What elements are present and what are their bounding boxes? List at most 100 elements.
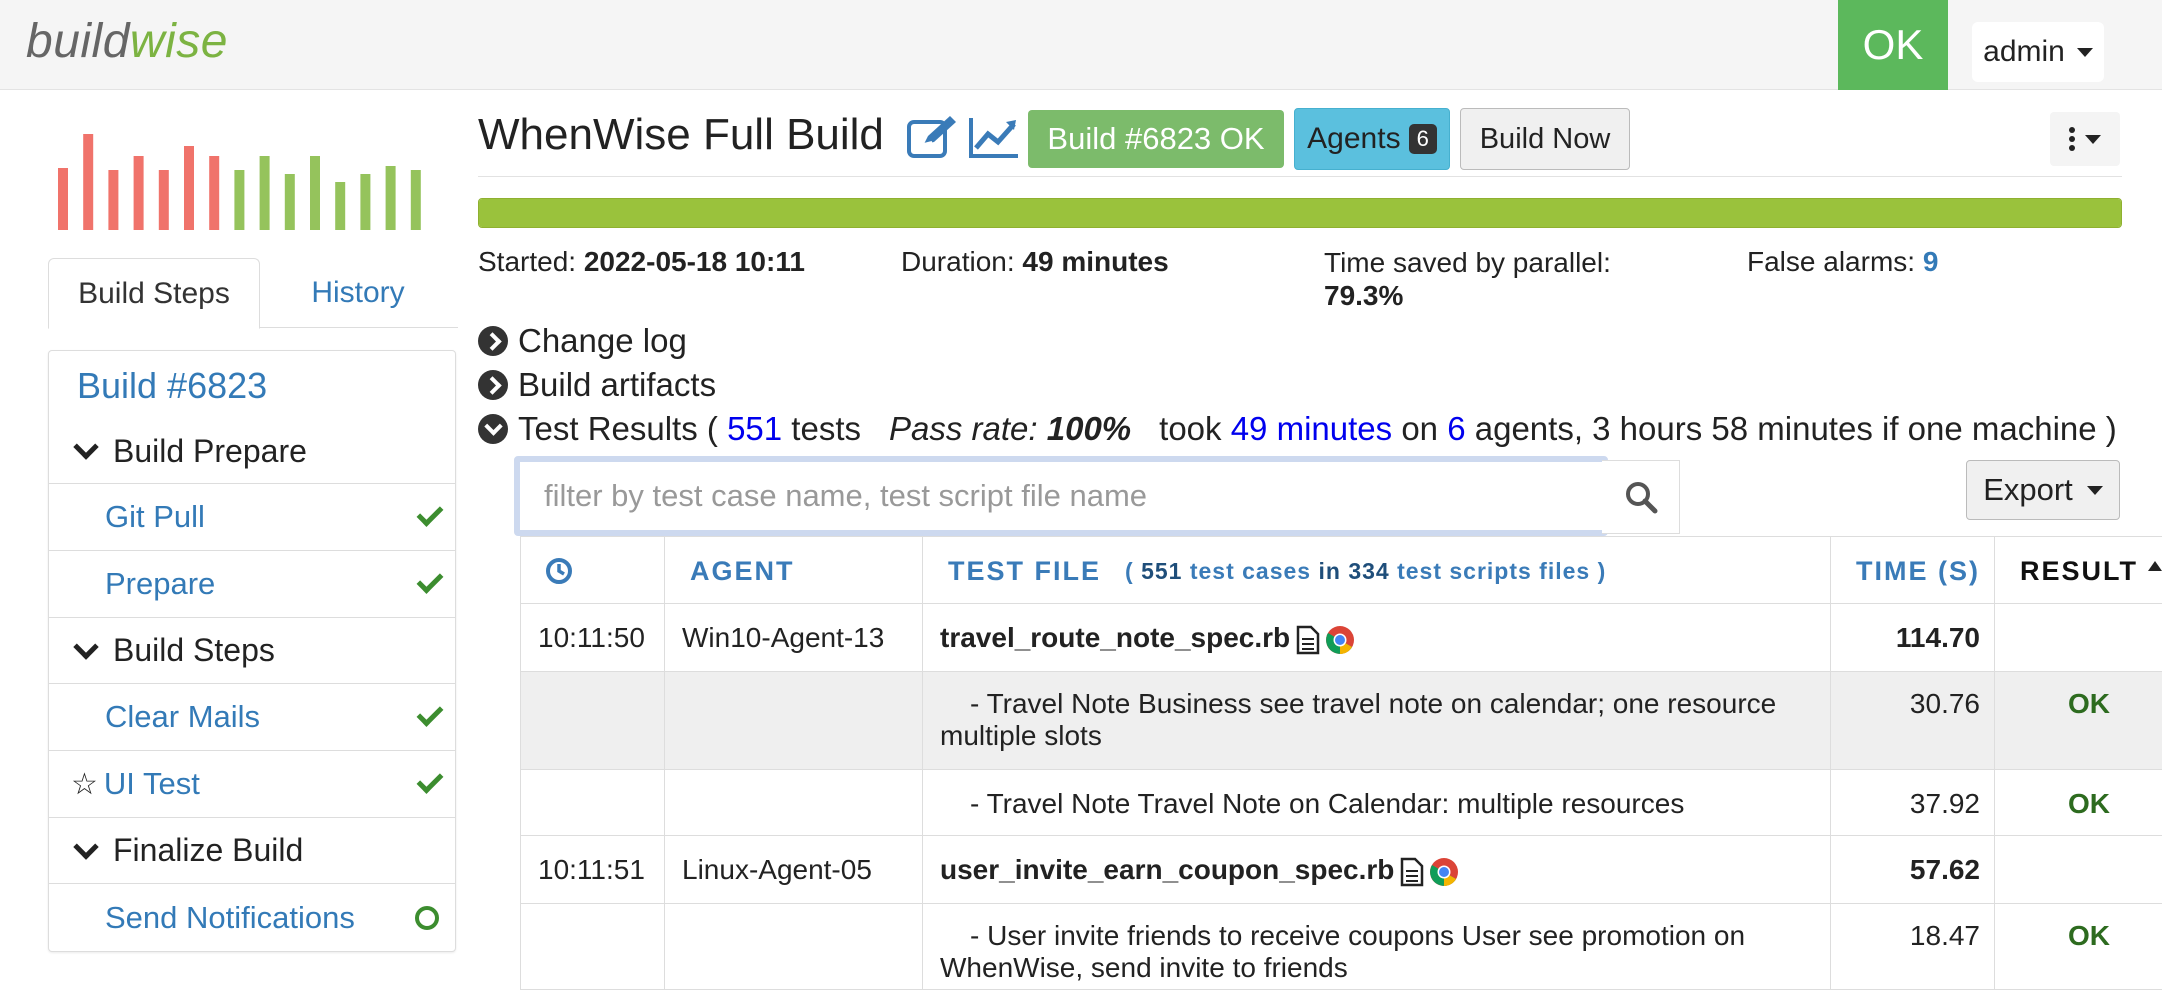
took-duration-link[interactable]: 49 minutes	[1231, 410, 1392, 448]
test-file-row[interactable]: 10:11:51 Linux-Agent-05 user_invite_earn_c…	[520, 836, 2162, 904]
sparkline-bar[interactable]	[234, 170, 245, 230]
tests-count-link[interactable]: 551	[727, 410, 782, 448]
tests-word: tests	[791, 410, 861, 447]
export-button[interactable]: Export	[1966, 460, 2120, 520]
step-label: Git Pull	[105, 499, 205, 534]
group-finalize-build[interactable]: Finalize Build	[49, 817, 455, 883]
sparkline-bar[interactable]	[158, 170, 169, 230]
sparkline-bar[interactable]	[385, 166, 396, 230]
test-case-row[interactable]: - Travel Note Travel Note on Calendar: m…	[520, 770, 2162, 836]
false-alarms-link[interactable]: 9	[1923, 246, 1939, 277]
sparkline-bar[interactable]	[335, 182, 346, 230]
test-file-name[interactable]: travel_route_note_spec.rb	[940, 622, 1290, 653]
sparkline-bar[interactable]	[360, 174, 371, 230]
sparkline-bar[interactable]	[83, 134, 94, 230]
sparkline-bar[interactable]	[133, 156, 144, 230]
on-word: on	[1401, 410, 1439, 447]
test-file-cell[interactable]: user_invite_earn_coupon_spec.rb	[940, 854, 1460, 888]
col-divider	[520, 536, 521, 990]
test-file-row[interactable]: 10:11:50 Win10-Agent-13 travel_route_note_…	[520, 604, 2162, 672]
sparkline-bar[interactable]	[410, 170, 421, 230]
more-options-button[interactable]	[2050, 112, 2120, 166]
group-label: Build Prepare	[113, 432, 307, 469]
file-text-icon[interactable]	[1296, 625, 1320, 655]
chrome-browser-icon	[1326, 625, 1355, 654]
group-build-prepare[interactable]: Build Prepare	[49, 419, 455, 483]
agents-count-badge: 6	[1408, 124, 1437, 154]
summary-close-paren: )	[1597, 557, 1607, 584]
summary-open-paren: (	[1125, 557, 1134, 584]
sparkline-bar[interactable]	[108, 170, 119, 230]
sparkline-bar[interactable]	[259, 156, 270, 230]
test-case-row[interactable]: - User invite friends to receive coupons…	[520, 904, 2162, 990]
duration-label: Duration:	[901, 246, 1015, 277]
tab-history[interactable]: History	[278, 258, 438, 328]
test-file-header[interactable]: TEST FILE ( 551 test cases in 334 test s…	[948, 537, 1606, 605]
start-time-cell: 10:11:51	[538, 854, 645, 885]
in-word: in	[1318, 557, 1341, 584]
filter-input[interactable]	[520, 462, 1602, 530]
chevron-down-icon	[73, 434, 99, 460]
test-results-prefix: Test Results (	[518, 410, 718, 447]
progress-fill	[479, 199, 2121, 227]
started-stat: Started: 2022-05-18 10:11	[478, 246, 805, 278]
sort-by-time-header[interactable]	[544, 537, 574, 605]
build-artifacts-toggle[interactable]: Build artifacts	[478, 366, 716, 404]
time-header[interactable]: TIME (S)	[1856, 537, 1980, 605]
build-result-badge[interactable]: Build #6823 OK	[1028, 110, 1284, 168]
tab-build-steps[interactable]: Build Steps	[48, 258, 260, 329]
brand-part1: build	[26, 15, 130, 68]
step-send-notifications[interactable]: Send Notifications	[49, 883, 455, 951]
time-saved-label: Time saved by parallel:	[1324, 247, 1611, 278]
pass-rate-label: Pass rate:	[889, 410, 1038, 447]
step-git-pull[interactable]: Git Pull	[49, 483, 455, 550]
test-case-name-cell: - Travel Note Travel Note on Calendar: m…	[970, 788, 1685, 819]
change-log-toggle[interactable]: Change log	[478, 322, 687, 360]
step-prepare[interactable]: Prepare	[49, 550, 455, 617]
filter-field-wrapper	[514, 456, 1608, 536]
table-header: AGENT TEST FILE ( 551 test cases in 334 …	[520, 536, 2162, 604]
start-time-cell: 10:11:50	[538, 622, 645, 653]
check-icon	[416, 566, 444, 594]
build-progress-bar	[478, 198, 2122, 228]
build-history-sparkline[interactable]	[58, 130, 430, 230]
sparkline-bar[interactable]	[58, 168, 68, 230]
chevron-down-icon	[73, 833, 99, 860]
agents-count-link[interactable]: 6	[1447, 410, 1465, 448]
user-menu-button[interactable]: admin	[1972, 22, 2104, 82]
test-file-cell[interactable]: travel_route_note_spec.rb	[940, 622, 1356, 656]
search-button[interactable]	[1602, 460, 1680, 534]
build-now-button[interactable]: Build Now	[1460, 108, 1630, 170]
user-name: admin	[1983, 35, 2065, 68]
sparkline-bar[interactable]	[184, 146, 194, 230]
build-status-badge[interactable]: OK	[1838, 0, 1948, 90]
sparkline-bar[interactable]	[284, 174, 295, 230]
step-clear-mails[interactable]: Clear Mails	[49, 683, 455, 750]
sparkline-bar[interactable]	[209, 156, 220, 230]
duration-cell: 114.70	[1895, 622, 1980, 653]
brand-logo[interactable]: buildwise	[26, 14, 228, 69]
file-text-icon[interactable]	[1400, 857, 1424, 887]
group-build-steps[interactable]: Build Steps	[49, 617, 455, 683]
result-header[interactable]: RESULT	[2020, 537, 2162, 605]
agents-button[interactable]: Agents 6	[1294, 108, 1450, 170]
export-label: Export	[1983, 472, 2073, 507]
edit-icon[interactable]	[906, 114, 960, 160]
sparkline-bar[interactable]	[310, 156, 320, 230]
test-case-row[interactable]: - Travel Note Business see travel note o…	[520, 672, 2162, 770]
trend-chart-icon[interactable]	[968, 114, 1020, 160]
build-number-link[interactable]: Build #6823	[77, 365, 267, 407]
test-file-name[interactable]: user_invite_earn_coupon_spec.rb	[940, 854, 1394, 885]
star-outline-icon[interactable]: ☆	[71, 767, 98, 802]
scripts-count: 334	[1348, 557, 1390, 584]
agent-header[interactable]: AGENT	[690, 537, 795, 605]
step-ui-test[interactable]: ☆ UI Test	[49, 750, 455, 817]
build-steps-panel: Build #6823 Build Prepare Git Pull Prepa…	[48, 350, 456, 952]
test-case-name-cell: - User invite friends to receive coupons…	[940, 920, 1746, 983]
agent-cell: Linux-Agent-05	[682, 854, 872, 885]
divider	[478, 176, 2122, 177]
clock-icon	[546, 558, 572, 584]
group-label: Build Steps	[113, 632, 275, 668]
test-results-toggle[interactable]: Test Results ( 551 tests Pass rate: 100% t…	[478, 410, 2117, 448]
kebab-icon	[2069, 127, 2075, 151]
